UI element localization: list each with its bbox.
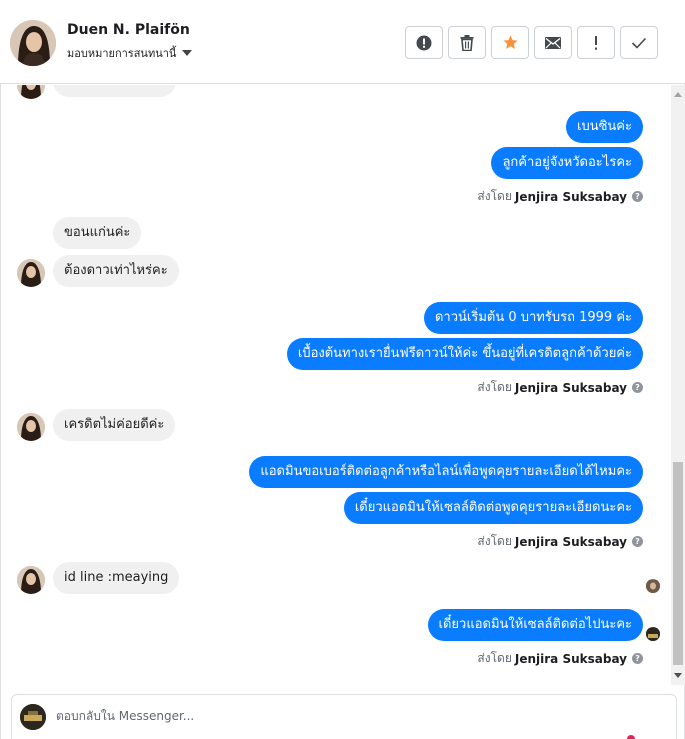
page-avatar: [646, 627, 660, 641]
message-bubble: id line :meaying: [53, 562, 180, 594]
contact-name[interactable]: Duen N. Plaifön: [67, 22, 190, 38]
caret-down-icon: [182, 50, 193, 56]
sent-by-prefix: ส่งโดย: [477, 651, 512, 665]
reply-composer: [11, 694, 677, 739]
message-outgoing: เบนซินค่ะ: [566, 111, 643, 143]
message-incoming: id line :meaying: [53, 562, 180, 594]
done-button[interactable]: [620, 26, 658, 59]
sent-by-label: ส่งโดย Jenjira Suksabay ?: [477, 378, 643, 397]
sent-by-label: ส่งโดย Jenjira Suksabay ?: [477, 649, 643, 668]
message-bubble: ดาวน์เริ่มต้น 0 บาทรับรถ 1999 ค่ะ: [423, 302, 643, 334]
contact-avatar-small: [17, 85, 45, 99]
exclamation-icon: [595, 35, 597, 50]
seen-avatar: [646, 579, 660, 593]
sent-by-prefix: ส่งโดย: [477, 189, 512, 203]
sender-name[interactable]: Jenjira Suksabay: [515, 190, 627, 204]
help-icon[interactable]: ?: [632, 653, 643, 664]
message-bubble: แอดมินขอเบอร์ติดต่อลูกค้าหรือไลน์เพื่อพู…: [249, 456, 643, 488]
help-icon[interactable]: ?: [632, 382, 643, 393]
message-bubble: ต้องดาวเท่าไหร่คะ: [53, 255, 179, 287]
sent-by-prefix: ส่งโดย: [477, 534, 512, 548]
conversation-toolbar: [405, 26, 658, 59]
page-avatar: [20, 704, 46, 730]
scroll-down-arrow-icon[interactable]: [674, 673, 682, 678]
notification-dot: [627, 735, 635, 739]
message-outgoing: เดี๋ยวแอดมินให้เซลล์ติดต่อพูดคุยรายละเอี…: [343, 492, 643, 524]
message-bubble: ลูกค้าอยู่จังหวัดอะไรคะ: [491, 147, 643, 179]
message-bubble: ค่ะตกลงใจอื่นแล้ว: [53, 85, 176, 97]
help-icon[interactable]: ?: [632, 191, 643, 202]
contact-avatar-small: [17, 413, 45, 441]
sent-by-label: ส่งโดย Jenjira Suksabay ?: [477, 187, 643, 206]
contact-avatar-small: [17, 259, 45, 287]
sender-name[interactable]: Jenjira Suksabay: [515, 652, 627, 666]
conversation-header: Duen N. Plaifön มอบหมายการสนทนานี้: [0, 0, 685, 84]
message-incoming: ต้องดาวเท่าไหร่คะ: [53, 255, 179, 287]
star-icon: [502, 35, 518, 49]
contact-avatar[interactable]: [10, 20, 56, 66]
sender-name[interactable]: Jenjira Suksabay: [515, 535, 627, 549]
check-icon: [631, 37, 647, 49]
message-bubble: ขอนแก่นค่ะ: [53, 217, 142, 249]
spam-button[interactable]: [405, 26, 443, 59]
message-thread[interactable]: ค่ะตกลงใจอื่นแล้ว เบนซินค่ะ ลูกค้าอยู่จั…: [0, 85, 670, 685]
sent-by-label: ส่งโดย Jenjira Suksabay ?: [477, 532, 643, 551]
reply-input[interactable]: [56, 709, 556, 723]
delete-button[interactable]: [448, 26, 486, 59]
message-bubble: เดี๋ยวแอดมินให้เซลล์ติดต่อพูดคุยรายละเอี…: [343, 492, 643, 524]
message-outgoing: เดี๋ยวแอดมินให้เซลล์ติดต่อไปนะคะ: [427, 609, 643, 641]
envelope-icon: [545, 36, 561, 49]
message-bubble: เครดิตไม่ค่อยดีค่ะ: [53, 409, 176, 441]
trash-icon: [460, 34, 474, 51]
help-icon[interactable]: ?: [632, 536, 643, 547]
assign-conversation-dropdown[interactable]: มอบหมายการสนทนานี้: [67, 44, 193, 62]
mark-unread-button[interactable]: [534, 26, 572, 59]
sent-by-prefix: ส่งโดย: [477, 380, 512, 394]
scrollbar-thumb[interactable]: [673, 462, 683, 665]
message-bubble: เดี๋ยวแอดมินให้เซลล์ติดต่อไปนะคะ: [427, 609, 643, 641]
message-outgoing: แอดมินขอเบอร์ติดต่อลูกค้าหรือไลน์เพื่อพู…: [249, 456, 643, 488]
alert-circle-icon: [416, 35, 432, 50]
follow-up-button[interactable]: [577, 26, 615, 59]
sender-name[interactable]: Jenjira Suksabay: [515, 381, 627, 395]
message-bubble: เบนซินค่ะ: [566, 111, 643, 143]
assign-label: มอบหมายการสนทนานี้: [67, 47, 177, 60]
message-incoming: เครดิตไม่ค่อยดีค่ะ: [53, 409, 176, 441]
scroll-up-arrow-icon[interactable]: [674, 92, 682, 97]
message-outgoing: ดาวน์เริ่มต้น 0 บาทรับรถ 1999 ค่ะ: [423, 302, 643, 334]
message-bubble: เบื้องต้นทางเรายื่นฟรีดาวน์ให้ค่ะ ขึ้นอย…: [286, 338, 643, 370]
message-outgoing: ลูกค้าอยู่จังหวัดอะไรคะ: [491, 147, 643, 179]
message-incoming: ค่ะตกลงใจอื่นแล้ว: [53, 85, 176, 97]
contact-avatar-small: [17, 566, 45, 594]
message-outgoing: เบื้องต้นทางเรายื่นฟรีดาวน์ให้ค่ะ ขึ้นอย…: [286, 338, 643, 370]
star-button[interactable]: [491, 26, 529, 59]
message-incoming: ขอนแก่นค่ะ: [53, 217, 142, 249]
